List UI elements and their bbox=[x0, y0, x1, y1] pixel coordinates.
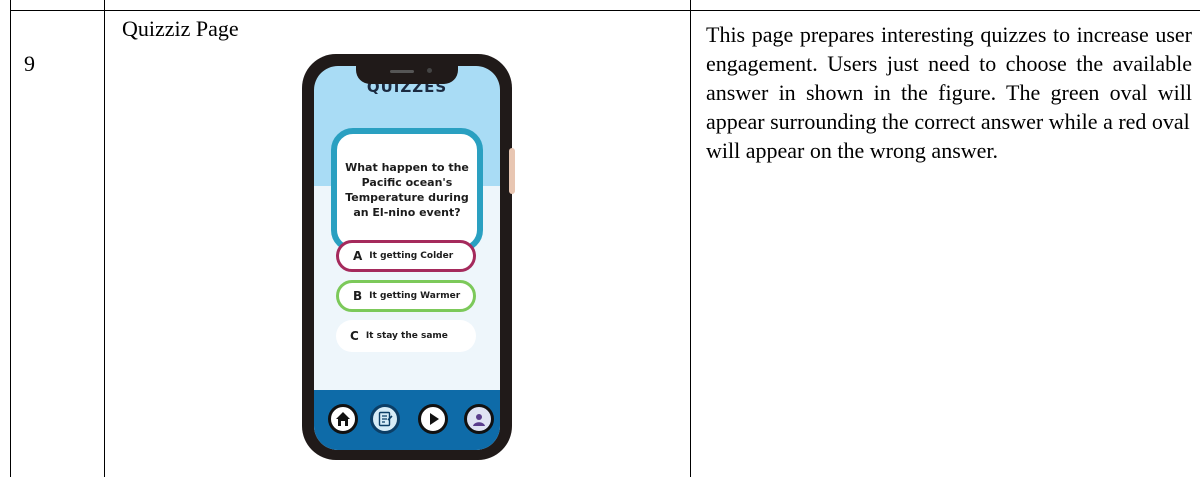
answer-letter: C bbox=[350, 329, 359, 343]
home-icon[interactable] bbox=[328, 404, 358, 434]
page-description: This page prepares interesting quizzes t… bbox=[706, 20, 1192, 165]
bottom-nav-bar bbox=[314, 390, 500, 450]
phone-camera bbox=[427, 68, 432, 73]
phone-notch bbox=[356, 62, 458, 84]
page-name: Quizziz Page bbox=[122, 16, 239, 41]
question-card: What happen to the Pacific ocean's Tempe… bbox=[331, 128, 483, 252]
row-number: 9 bbox=[24, 51, 35, 76]
description-paragraph: This page prepares interesting quizzes t… bbox=[706, 22, 1192, 134]
play-icon[interactable] bbox=[418, 404, 448, 434]
notes-icon[interactable] bbox=[370, 404, 400, 434]
answer-letter: B bbox=[353, 289, 363, 303]
answer-option-a[interactable]: A It getting Colder bbox=[336, 240, 476, 272]
phone-side-button bbox=[509, 148, 515, 194]
table-border-left bbox=[10, 0, 11, 477]
answer-label: It getting Warmer bbox=[369, 291, 461, 301]
table-border-col1 bbox=[104, 0, 105, 477]
answer-option-b[interactable]: B It getting Warmer bbox=[336, 280, 476, 312]
table-border-col2 bbox=[690, 0, 691, 477]
phone-screen: QUIZZES What happen to the Pacific ocean… bbox=[314, 66, 500, 450]
answer-label: It stay the same bbox=[365, 331, 448, 341]
description-paragraph-end: will appear on the wrong answer. bbox=[706, 138, 999, 163]
answer-option-c[interactable]: C It stay the same bbox=[336, 320, 476, 352]
table-border-top bbox=[10, 10, 1200, 11]
question-text: What happen to the Pacific ocean's Tempe… bbox=[345, 161, 469, 219]
phone-speaker bbox=[390, 70, 414, 73]
answer-label: It getting Colder bbox=[369, 251, 454, 261]
answer-letter: A bbox=[353, 249, 363, 263]
profile-icon[interactable] bbox=[464, 404, 494, 434]
